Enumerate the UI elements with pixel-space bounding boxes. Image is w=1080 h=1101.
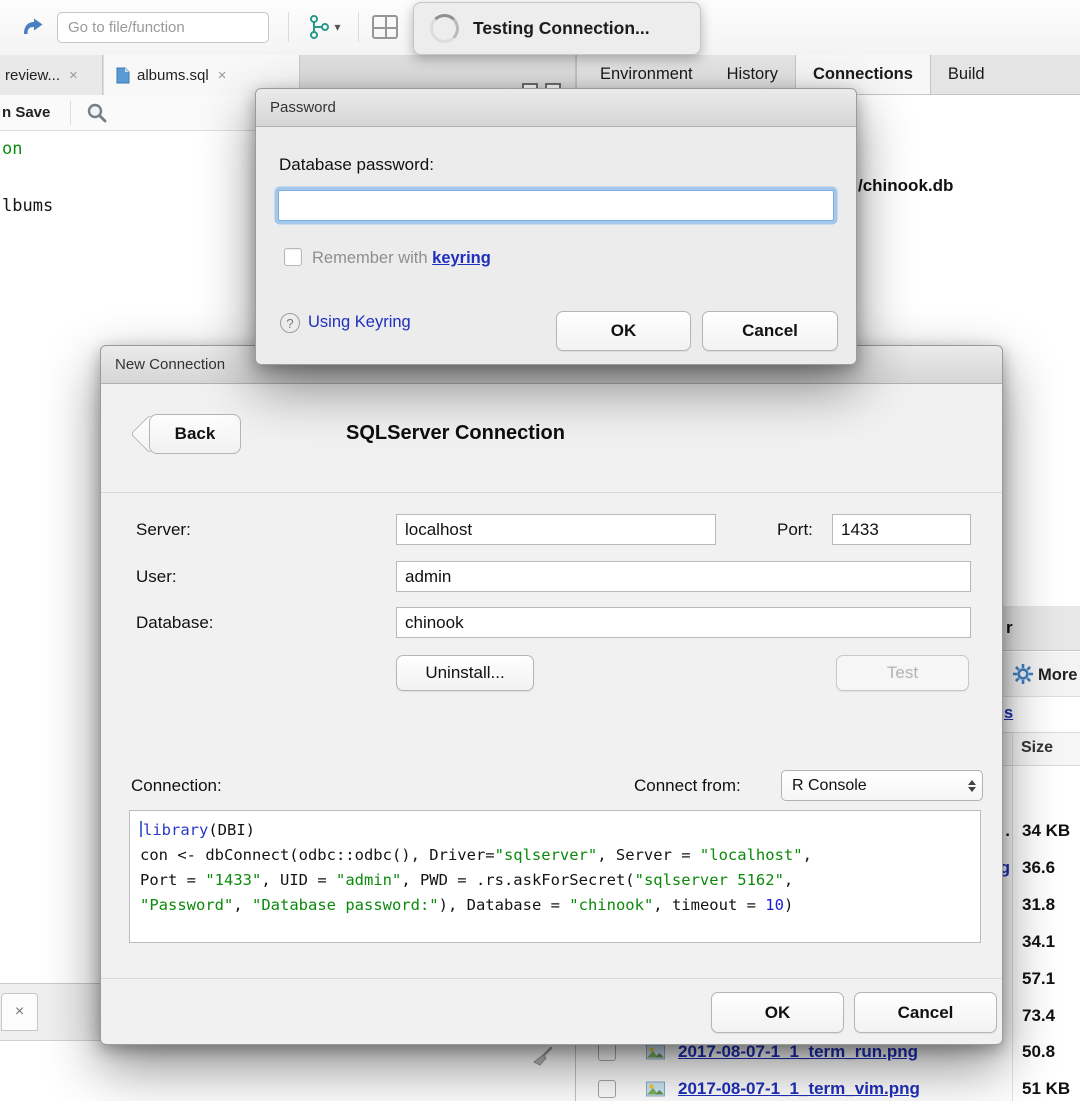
divider — [101, 978, 1002, 979]
user-label: User: — [136, 567, 177, 587]
remember-label: Remember with keyring — [312, 249, 491, 268]
toolbar-divider — [70, 101, 71, 125]
tab-build[interactable]: Build — [931, 55, 1002, 94]
tab-label: albums.sql — [137, 67, 209, 84]
file-size: 36.6 — [1022, 858, 1055, 878]
server-input[interactable] — [396, 514, 716, 545]
file-size: 34 KB — [1022, 821, 1070, 841]
pane-layout-icon[interactable] — [372, 15, 398, 39]
connection-cancel-button[interactable]: Cancel — [854, 992, 997, 1033]
port-label: Port: — [777, 520, 813, 540]
git-branch-icon — [307, 14, 331, 40]
preview-on-save-label: n Save — [2, 104, 50, 121]
connection-heading: SQLServer Connection — [346, 422, 565, 445]
sql-file-icon — [116, 67, 130, 84]
dialog-titlebar[interactable]: Password — [256, 89, 856, 127]
user-input[interactable] — [396, 561, 971, 592]
help-icon[interactable]: ? — [280, 313, 300, 333]
close-icon[interactable]: × — [15, 1003, 24, 1021]
close-icon[interactable]: × — [69, 67, 78, 84]
divider — [101, 492, 1002, 493]
dialog-title: Password — [270, 99, 336, 116]
size-column-header[interactable]: Size — [1021, 739, 1053, 757]
sql-comment-fragment: on — [2, 139, 22, 159]
back-button[interactable]: Back — [149, 414, 241, 454]
test-button[interactable]: Test — [836, 655, 969, 691]
password-input[interactable] — [278, 190, 834, 221]
uninstall-button[interactable]: Uninstall... — [396, 655, 534, 691]
spinner-icon — [430, 14, 459, 43]
toolbar-divider — [288, 12, 289, 42]
close-icon[interactable]: × — [218, 67, 227, 84]
tab-label: review... — [5, 67, 60, 84]
file-size: 50.8 — [1022, 1042, 1055, 1062]
remember-checkbox[interactable] — [284, 248, 302, 266]
password-dialog: Password Database password: Remember wit… — [255, 88, 857, 365]
image-file-icon — [646, 1044, 665, 1059]
file-size: 31.8 — [1022, 895, 1055, 915]
image-file-icon — [646, 1081, 665, 1096]
database-label: Database: — [136, 613, 214, 633]
testing-connection-toast: Testing Connection... — [413, 2, 701, 55]
port-input[interactable] — [832, 514, 971, 545]
using-keyring-link[interactable]: Using Keyring — [308, 313, 411, 332]
goto-arrow-icon[interactable] — [16, 12, 50, 42]
database-input[interactable] — [396, 607, 971, 638]
code-line: library(DBI) — [140, 818, 970, 843]
connect-from-select[interactable]: R Console — [781, 770, 983, 801]
rstudio-window: ▾ Testing Connection... review... × albu… — [0, 0, 1080, 1101]
new-connection-dialog: New Connection Back SQLServer Connection… — [100, 345, 1003, 1045]
code-line: Port = "1433", UID = "admin", PWD = .rs.… — [140, 868, 970, 893]
version-control-button[interactable]: ▾ — [300, 12, 348, 42]
gear-icon[interactable] — [1012, 663, 1034, 685]
file-row[interactable]: 2017-08-07-1_1_term_vim.png 51 KB — [576, 1070, 1080, 1101]
sql-code-fragment: lbums — [2, 196, 53, 216]
password-cancel-button[interactable]: Cancel — [702, 311, 838, 351]
password-ok-button[interactable]: OK — [556, 311, 691, 351]
file-checkbox[interactable] — [598, 1043, 616, 1061]
search-icon[interactable] — [86, 102, 108, 124]
tab-preview[interactable]: review... × — [0, 55, 103, 95]
file-checkbox[interactable] — [598, 1080, 616, 1098]
code-line: con <- dbConnect(odbc::odbc(), Driver="s… — [140, 843, 970, 868]
chevron-down-icon: ▾ — [334, 20, 340, 34]
remember-prefix: Remember with — [312, 249, 428, 267]
dialog-title: New Connection — [115, 356, 225, 373]
connect-from-label: Connect from: — [634, 776, 741, 796]
goto-file-input[interactable] — [57, 12, 269, 43]
code-line: "Password", "Database password:"), Datab… — [140, 893, 970, 918]
breadcrumb-fragment[interactable]: s — [1004, 704, 1013, 723]
file-size: 57.1 — [1022, 969, 1055, 989]
toolbar-divider — [358, 12, 359, 42]
server-label: Server: — [136, 520, 191, 540]
keyring-link[interactable]: keyring — [432, 249, 491, 267]
connection-code-preview[interactable]: library(DBI)con <- dbConnect(odbc::odbc(… — [129, 810, 981, 943]
select-arrows-icon — [968, 780, 976, 792]
file-link[interactable]: 2017-08-07-1_1_term_vim.png — [678, 1079, 920, 1099]
clear-console-broom-icon[interactable] — [531, 1046, 553, 1068]
curved-arrow-icon — [21, 17, 45, 37]
connection-label: Connection: — [131, 776, 222, 796]
select-value: R Console — [792, 777, 867, 795]
file-size: 51 KB — [1022, 1079, 1070, 1099]
tab-viewer-fragment[interactable]: r — [1006, 618, 1013, 638]
connection-db-path: /chinook.db — [858, 176, 953, 196]
more-button[interactable]: More — [1038, 666, 1077, 685]
file-size: 73.4 — [1022, 1006, 1055, 1026]
toast-text: Testing Connection... — [473, 18, 650, 39]
console-tab[interactable]: × — [1, 993, 38, 1031]
database-password-label: Database password: — [279, 155, 434, 175]
text-cursor — [140, 821, 142, 837]
file-size: 34.1 — [1022, 932, 1055, 952]
connection-ok-button[interactable]: OK — [711, 992, 844, 1033]
back-label: Back — [175, 424, 216, 444]
